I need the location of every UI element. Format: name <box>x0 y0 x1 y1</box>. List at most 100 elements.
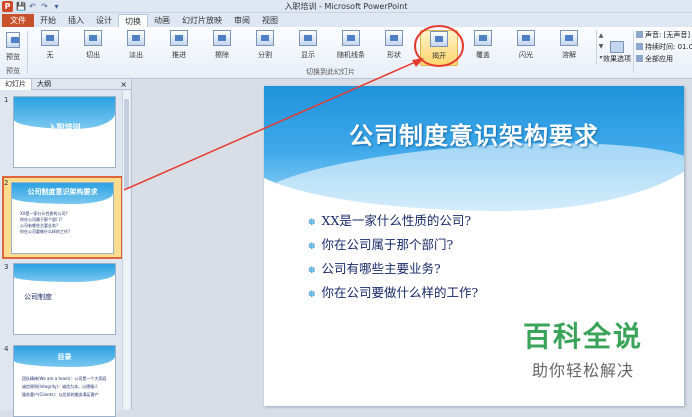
transition-flash-label: 闪光 <box>519 51 533 59</box>
transition-split-icon <box>256 30 274 46</box>
slide-thumbnail-3[interactable]: 公司制度 <box>13 263 116 335</box>
sound-control[interactable]: 声音: [无声音] <box>636 29 692 41</box>
transition-dissolve-icon <box>560 30 578 46</box>
tab-home[interactable]: 开始 <box>34 14 62 27</box>
transition-shape-label: 形状 <box>387 51 401 59</box>
window-title: 入职培训 - Microsoft PowerPoint <box>284 2 408 11</box>
effect-options-button[interactable]: 效果选项 <box>603 41 631 64</box>
transition-dissolve-button[interactable]: 溶解 <box>550 30 588 66</box>
bullet-item: ✽ XX是一家什么性质的公司? <box>308 213 472 228</box>
transition-uncover-label: 揭开 <box>432 52 446 60</box>
transition-uncover-icon <box>430 31 448 47</box>
thumb-title: 公司制度意识架构要求 <box>27 188 98 196</box>
apply-all-button[interactable]: 全部应用 <box>636 53 692 65</box>
preview-button[interactable]: 预览 <box>2 32 24 68</box>
apply-all-icon <box>636 55 643 62</box>
tab-slides[interactable]: 幻灯片 <box>0 78 32 90</box>
tab-outline[interactable]: 大纲 <box>32 79 56 89</box>
transition-push-icon <box>170 30 188 46</box>
transition-random-bars-icon <box>342 30 360 46</box>
transition-flash-icon <box>517 30 535 46</box>
transition-wipe-button[interactable]: 擦除 <box>203 30 241 66</box>
bullet-icon: ✽ <box>308 242 316 252</box>
tab-file[interactable]: 文件 <box>2 14 34 27</box>
bullet-item: ✽ 你在公司要做什么样的工作? <box>308 285 479 300</box>
transition-cover-label: 覆盖 <box>476 51 490 59</box>
transition-fade-label: 淡出 <box>129 51 143 59</box>
transition-fade-button[interactable]: 淡出 <box>117 30 155 66</box>
tab-transitions[interactable]: 切换 <box>118 14 148 27</box>
tab-design[interactable]: 设计 <box>90 14 118 27</box>
tab-animations[interactable]: 动画 <box>148 14 176 27</box>
slide-number: 2 <box>4 179 9 187</box>
transition-random-bars-button[interactable]: 随机线条 <box>332 30 370 66</box>
tab-view[interactable]: 视图 <box>256 14 284 27</box>
slide-thumbnail-1[interactable]: 入职培训 欢迎您 <box>13 96 116 168</box>
thumb-bullet: 你在公司要做什么样的工作? <box>20 229 71 234</box>
sound-icon <box>636 31 643 38</box>
thumb-bullet: 诚信原则(Integrity)：诚信为本、以德服人 <box>22 384 99 389</box>
wave-graphic <box>14 264 115 282</box>
bullet-icon: ✽ <box>308 290 316 300</box>
transition-flash-button[interactable]: 闪光 <box>507 30 545 66</box>
transition-split-button[interactable]: 分割 <box>246 30 284 66</box>
effect-options-label: 效果选项 <box>603 55 631 63</box>
ribbon: 预览 预览 无 切出 淡出 推进 擦除 分割 显示 随机线条 形状 揭开 覆盖 … <box>0 27 692 79</box>
preview-group-label: 预览 <box>6 67 20 75</box>
slide-number: 3 <box>4 263 9 271</box>
duration-control[interactable]: 持续时间: 01.00 <box>636 41 692 53</box>
transition-uncover-button[interactable]: 揭开 <box>420 30 458 66</box>
thumb-title: 公司制度 <box>24 293 52 301</box>
bullet-item: ✽ 公司有哪些主要业务? <box>308 261 441 276</box>
transition-none-icon <box>41 30 59 46</box>
tab-insert[interactable]: 插入 <box>62 14 90 27</box>
transition-reveal-button[interactable]: 显示 <box>289 30 327 66</box>
transition-reveal-icon <box>299 30 317 46</box>
group-divider <box>633 31 634 73</box>
slide-thumbnail-4[interactable]: 目录 团队精神(We are a team)：公司是一个大家庭 诚信原则(Int… <box>13 345 116 417</box>
panel-scrollbar[interactable] <box>122 91 130 409</box>
transition-group-label: 切换到此幻灯片 <box>306 68 355 76</box>
transition-cut-button[interactable]: 切出 <box>74 30 112 66</box>
bullet-icon: ✽ <box>308 218 316 228</box>
transition-shape-button[interactable]: 形状 <box>375 30 413 66</box>
tab-slideshow[interactable]: 幻灯片放映 <box>176 14 228 27</box>
transition-reveal-label: 显示 <box>301 51 315 59</box>
effect-options-icon <box>610 41 624 53</box>
ribbon-tabs: 文件 开始 插入 设计 切换 动画 幻灯片放映 审阅 视图 <box>0 13 692 27</box>
transition-wipe-label: 擦除 <box>215 51 229 59</box>
thumb-bullet: 服务客户(Clients)：以优质的服务满足客户 <box>22 392 99 397</box>
gallery-up-icon[interactable]: ▲ <box>597 30 605 41</box>
close-icon[interactable]: × <box>115 80 131 89</box>
transition-cover-icon <box>474 30 492 46</box>
slide-number: 4 <box>4 345 9 353</box>
preview-icon <box>6 32 20 48</box>
slide-bullets[interactable]: ✽ XX是一家什么性质的公司? ✽ 你在公司属于那个部门? ✽ 公司有哪些主要业务? … <box>308 210 478 306</box>
scroll-thumb[interactable] <box>124 99 129 189</box>
preview-label: 预览 <box>6 53 20 61</box>
title-bar: P 💾 ↶ ↷ ▾ 入职培训 - Microsoft PowerPoint <box>0 0 692 13</box>
transition-fade-icon <box>127 30 145 46</box>
clock-icon <box>636 43 643 50</box>
transition-none-label: 无 <box>46 51 54 59</box>
thumb-title: 入职培训 <box>48 123 81 132</box>
transition-dissolve-label: 溶解 <box>562 51 576 59</box>
tab-review[interactable]: 审阅 <box>228 14 256 27</box>
transition-cut-icon <box>84 30 102 46</box>
transition-cover-button[interactable]: 覆盖 <box>464 30 502 66</box>
thumb-bullet: 团队精神(We are a team)：公司是一个大家庭 <box>22 376 107 381</box>
slide-thumbnail-2[interactable]: 公司制度意识架构要求 XX是一家什么性质的公司? 你在公司属于那个部门? 公司有… <box>11 182 114 254</box>
transition-none-button[interactable]: 无 <box>31 30 69 66</box>
transition-cut-label: 切出 <box>86 51 100 59</box>
bullet-item: ✽ 你在公司属于那个部门? <box>308 237 454 252</box>
panel-tabs: 幻灯片 大纲 × <box>0 78 131 90</box>
preview-group: 预览 预览 <box>2 29 24 77</box>
slide-title[interactable]: 公司制度意识架构要求 <box>264 116 684 151</box>
thumb-title: 目录 <box>57 353 72 361</box>
transition-push-label: 推进 <box>172 51 186 59</box>
transition-random-bars-label: 随机线条 <box>337 51 365 59</box>
slides-panel: 幻灯片 大纲 × 1 入职培训 欢迎您 2 公司制度意识架构要求 XX是一家什么… <box>0 78 132 417</box>
timing-group: 声音: [无声音] 持续时间: 01.00 全部应用 <box>636 29 692 65</box>
transition-push-button[interactable]: 推进 <box>160 30 198 66</box>
slide-number: 1 <box>4 96 9 104</box>
